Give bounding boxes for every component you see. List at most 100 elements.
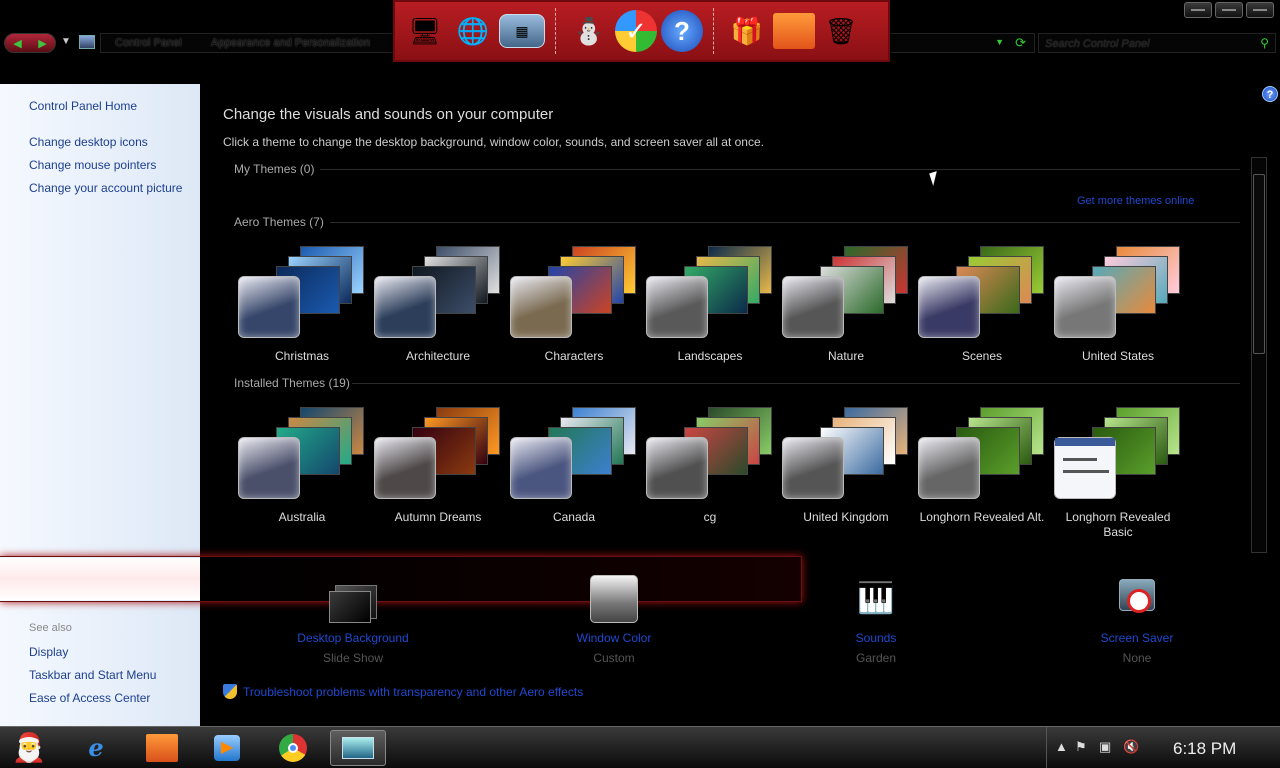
sidebar-control-panel-home[interactable]: Control Panel Home	[29, 99, 137, 113]
sounds-value: Garden	[855, 651, 897, 665]
theme-name: United States	[1081, 349, 1155, 363]
shield-check-icon[interactable]: ✓	[615, 10, 657, 52]
desktop-background-value: Slide Show	[322, 651, 384, 665]
search-input[interactable]	[1039, 35, 1249, 53]
troubleshoot-label[interactable]: Troubleshoot problems with transparency …	[243, 685, 583, 699]
screen-saver-label[interactable]: Screen Saver	[1057, 631, 1217, 645]
desktop: ◀ ▶ ▼ Control Panel Appearance and Perso…	[0, 0, 1280, 768]
themes-scrollbar[interactable]	[1251, 157, 1267, 553]
theme-name: Longhorn Revealed Basic	[1065, 510, 1171, 539]
sounds-option[interactable]: 🎹 Sounds Garden	[796, 575, 956, 665]
refresh-icon[interactable]: ⟳	[1015, 35, 1026, 51]
my-themes-header[interactable]: My Themes (0)	[234, 162, 314, 176]
theme-item[interactable]: Scenes	[918, 246, 1046, 370]
maximize-button[interactable]	[1215, 2, 1243, 18]
desktop-background-icon	[329, 575, 377, 623]
control-panel-icon	[79, 35, 95, 49]
sidebar-ease-of-access[interactable]: Ease of Access Center	[29, 691, 150, 705]
theme-item[interactable]: Canada	[510, 407, 638, 531]
screen-saver-icon	[1113, 575, 1161, 623]
theme-name: Longhorn Revealed Alt.	[919, 510, 1045, 524]
help-icon[interactable]: ?	[661, 10, 703, 52]
dock-separator	[713, 8, 715, 54]
sidebar-change-desktop-icons[interactable]: Change desktop icons	[29, 135, 148, 149]
sidebar: Control Panel Home Change desktop icons …	[0, 84, 200, 726]
close-button[interactable]	[1246, 2, 1274, 18]
sidebar-display[interactable]: Display	[29, 645, 68, 659]
theme-item[interactable]: Autumn Dreams	[374, 407, 502, 531]
santa-computer-icon[interactable]: 🖥	[403, 9, 447, 53]
theme-color-swatch	[238, 437, 300, 499]
theme-item[interactable]: Architecture	[374, 246, 502, 370]
sidebar-change-account-picture[interactable]: Change your account picture	[29, 181, 182, 195]
dock: 🖥 🌐 ▦ ⛄ ✓ ? 🎁 🗑	[393, 0, 890, 62]
sounds-icon: 🎹	[857, 582, 895, 615]
sounds-label[interactable]: Sounds	[796, 631, 956, 645]
dock-separator	[555, 8, 557, 54]
clock[interactable]: 6:18 PM	[1173, 739, 1236, 759]
theme-item[interactable]: United Kingdom	[782, 407, 910, 531]
theme-name: Nature	[827, 349, 865, 363]
theme-color-swatch	[918, 437, 980, 499]
globe-network-icon[interactable]: 🌐	[451, 9, 495, 53]
theme-item[interactable]: Longhorn Revealed Basic	[1054, 407, 1182, 539]
theme-item[interactable]: Christmas	[238, 246, 366, 370]
back-forward-buttons[interactable]: ◀ ▶	[4, 33, 56, 53]
folder-icon[interactable]	[773, 13, 815, 49]
control-panel-icon[interactable]	[330, 730, 386, 766]
snowman-icon[interactable]: ⛄	[567, 9, 611, 53]
theme-name: cg	[703, 510, 717, 524]
theme-name: Australia	[278, 510, 326, 524]
start-button[interactable]: 🎅	[4, 728, 54, 768]
theme-item[interactable]: Characters	[510, 246, 638, 370]
installed-themes-header[interactable]: Installed Themes (19)	[234, 376, 350, 390]
mouse-cursor-icon	[929, 171, 941, 186]
theme-color-swatch	[646, 437, 708, 499]
sidebar-change-mouse-pointers[interactable]: Change mouse pointers	[29, 158, 156, 172]
sidebar-taskbar-start-menu[interactable]: Taskbar and Start Menu	[29, 668, 156, 682]
theme-item[interactable]: Landscapes	[646, 246, 774, 370]
window-color-value: Custom	[593, 651, 635, 665]
address-dropdown-icon[interactable]: ▼	[995, 37, 1004, 47]
recent-pages-dropdown[interactable]: ▼	[61, 36, 71, 47]
gift-box-icon[interactable]: 🎁	[725, 9, 769, 53]
forward-arrow-icon[interactable]: ▶	[38, 37, 46, 50]
theme-item[interactable]: Longhorn Revealed Alt.	[918, 407, 1046, 531]
theme-color-swatch	[374, 437, 436, 499]
breadcrumb-appearance[interactable]: Appearance and Personalization	[211, 37, 370, 49]
network-icon[interactable]: ▣	[1099, 739, 1111, 755]
theme-item[interactable]: Australia	[238, 407, 366, 531]
action-center-flag-icon[interactable]: ⚑	[1075, 739, 1087, 755]
theme-color-swatch	[782, 276, 844, 338]
desktop-background-label[interactable]: Desktop Background	[273, 631, 433, 645]
scrollbar-thumb[interactable]	[1253, 174, 1265, 354]
minimize-button[interactable]	[1184, 2, 1212, 18]
file-explorer-icon[interactable]	[134, 730, 190, 766]
media-player-icon[interactable]: ▶	[199, 730, 255, 766]
get-more-themes-link[interactable]: Get more themes online	[1077, 195, 1194, 207]
theme-item[interactable]: United States	[1054, 246, 1182, 370]
show-hidden-icons[interactable]: ▲	[1055, 739, 1068, 754]
desktop-background-option[interactable]: Desktop Background Slide Show	[273, 575, 433, 665]
theme-item[interactable]: Nature	[782, 246, 910, 370]
theme-color-swatch	[646, 276, 708, 338]
recycle-bin-icon[interactable]: 🗑	[819, 9, 863, 53]
theme-color-swatch	[374, 276, 436, 338]
theme-color-swatch	[510, 276, 572, 338]
internet-explorer-icon[interactable]: e	[68, 730, 124, 766]
volume-muted-icon[interactable]: 🔇	[1123, 739, 1139, 755]
help-icon[interactable]: ?	[1262, 86, 1278, 102]
network-window-icon[interactable]: ▦	[499, 14, 545, 48]
window-color-label[interactable]: Window Color	[534, 631, 694, 645]
troubleshoot-link[interactable]: Troubleshoot problems with transparency …	[223, 684, 583, 699]
back-arrow-icon[interactable]: ◀	[13, 37, 21, 50]
search-icon[interactable]: ⚲	[1260, 36, 1269, 50]
window-color-option[interactable]: Window Color Custom	[534, 575, 694, 665]
breadcrumb-control-panel[interactable]: Control Panel	[115, 37, 182, 49]
theme-item[interactable]: cg	[646, 407, 774, 531]
theme-name: Architecture	[405, 349, 471, 363]
taskbar: 🎅 e ▶ ▲ ⚑ ▣ 🔇 6:18 PM	[0, 726, 1280, 768]
screen-saver-option[interactable]: Screen Saver None	[1057, 575, 1217, 665]
chrome-icon[interactable]	[265, 730, 321, 766]
aero-themes-header[interactable]: Aero Themes (7)	[234, 215, 324, 229]
